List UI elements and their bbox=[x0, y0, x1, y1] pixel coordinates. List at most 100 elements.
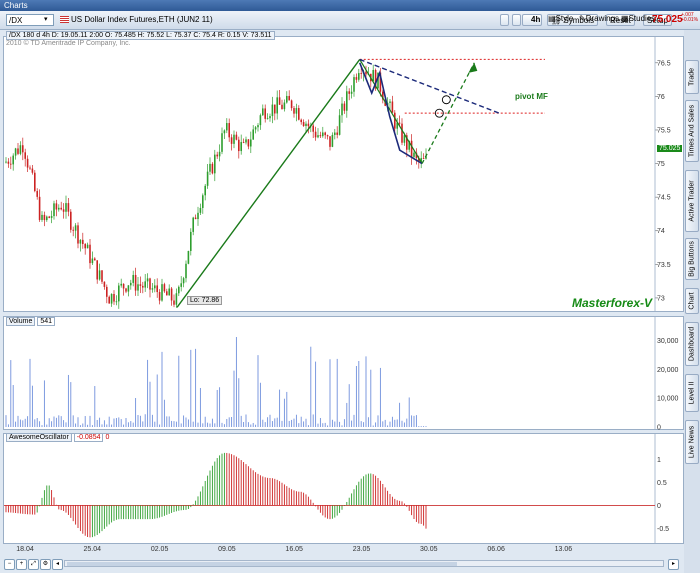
zoom-in-icon[interactable]: + bbox=[16, 559, 27, 570]
low-label: Lo: 72.86 bbox=[187, 296, 223, 305]
candle-body bbox=[187, 250, 190, 264]
chart-svg[interactable]: 76.5 76 75.5 75 74.5 74 73.5 73 30,000 20,000 10,0… bbox=[0, 0, 700, 573]
candle-body bbox=[94, 258, 96, 261]
volume-tick-label: 20,000 bbox=[657, 367, 679, 374]
candle-body bbox=[175, 293, 178, 305]
ao-value: -0.0854 bbox=[73, 433, 104, 442]
candle-body bbox=[238, 139, 240, 152]
candle-body bbox=[350, 91, 353, 94]
candle-body bbox=[252, 129, 254, 140]
candle-body bbox=[77, 225, 79, 244]
pan-left-icon[interactable]: ◂ bbox=[52, 559, 63, 570]
candle-body bbox=[156, 285, 158, 293]
down-trend-line bbox=[359, 59, 423, 164]
side-tab[interactable]: Level II bbox=[685, 374, 699, 412]
candle-body bbox=[245, 139, 247, 143]
side-tabs: Trade Times And Sales Active Trader Big But… bbox=[684, 30, 700, 573]
candle-body bbox=[226, 123, 228, 131]
candle-body bbox=[12, 155, 14, 165]
candle-body bbox=[221, 133, 223, 152]
candle-body bbox=[10, 163, 12, 165]
candle-body bbox=[312, 125, 314, 132]
price-tick-label: 76 bbox=[657, 94, 665, 101]
current-price-tag: 75.025 bbox=[657, 145, 683, 152]
chart-scrollbar[interactable] bbox=[64, 560, 664, 567]
candle-body bbox=[108, 296, 110, 304]
zoom-out-icon[interactable]: − bbox=[4, 559, 15, 570]
candle-body bbox=[134, 274, 137, 291]
candle-body bbox=[19, 145, 22, 154]
price-header-text: /DX 180 d 4h D: 19.05.11 2:00 O: 75.485 … bbox=[6, 31, 275, 40]
candle-body bbox=[158, 292, 161, 301]
bottom-bar: − + ⤢ ⚙ ◂ ▸ bbox=[0, 555, 684, 573]
candle-body bbox=[360, 73, 362, 74]
candle-body bbox=[125, 288, 127, 292]
volume-tick-label: 30,000 bbox=[657, 338, 679, 345]
side-tab[interactable]: Live News bbox=[685, 420, 699, 464]
candle-body bbox=[26, 158, 29, 168]
price-tick-label: 74.5 bbox=[657, 195, 671, 202]
candle-body bbox=[173, 300, 175, 305]
pan-right-icon[interactable]: ▸ bbox=[668, 559, 679, 570]
candle-body bbox=[211, 163, 214, 174]
projection-arrow-head bbox=[468, 62, 478, 73]
candle-body bbox=[389, 101, 391, 103]
candle-body bbox=[209, 163, 211, 172]
side-tab-label: Big Buttons bbox=[688, 241, 696, 277]
scroll-thumb[interactable] bbox=[67, 562, 457, 566]
volume-tick-label: 10,000 bbox=[657, 396, 679, 403]
candle-body bbox=[67, 203, 70, 212]
candle-body bbox=[146, 278, 149, 282]
candle-body bbox=[197, 212, 199, 220]
candle-body bbox=[355, 77, 358, 80]
settings-icon[interactable]: ⚙ bbox=[40, 559, 51, 570]
ao-tick-label: 0 bbox=[657, 503, 661, 510]
side-tab[interactable]: Dashboard bbox=[685, 322, 699, 366]
candle-body bbox=[137, 284, 139, 291]
side-tab[interactable]: Times And Sales bbox=[685, 100, 699, 162]
candle-body bbox=[149, 278, 151, 290]
side-tab[interactable]: Chart bbox=[685, 288, 699, 314]
candle-body bbox=[58, 207, 60, 210]
candle-body bbox=[314, 131, 317, 138]
candle-body bbox=[228, 123, 230, 138]
candle-body bbox=[120, 283, 122, 286]
candle-body bbox=[343, 103, 346, 111]
candle-body bbox=[163, 284, 166, 292]
candle-body bbox=[204, 185, 206, 196]
candle-body bbox=[5, 161, 7, 163]
candle-body bbox=[144, 281, 146, 288]
candle-body bbox=[348, 91, 350, 94]
candle-body bbox=[161, 284, 163, 301]
candle-body bbox=[178, 286, 180, 294]
candle-body bbox=[98, 270, 101, 280]
side-tab[interactable]: Active Trader bbox=[685, 170, 699, 232]
candle-body bbox=[22, 145, 24, 153]
side-tab[interactable]: Big Buttons bbox=[685, 238, 699, 280]
candle-body bbox=[84, 244, 86, 249]
x-tick-label: 25.04 bbox=[84, 546, 102, 553]
copyright: 2010 © TD Ameritrade IP Company, Inc. bbox=[6, 40, 131, 47]
side-tab-label: Trade bbox=[688, 67, 696, 87]
candle-body bbox=[338, 115, 341, 135]
x-tick-label: 23.05 bbox=[353, 546, 371, 553]
candle-body bbox=[53, 203, 55, 217]
candle-body bbox=[216, 154, 218, 157]
candle-body bbox=[34, 172, 36, 192]
volume-tick-label: 0 bbox=[657, 425, 661, 432]
side-tab[interactable]: Trade bbox=[685, 60, 699, 94]
candle-body bbox=[127, 285, 130, 292]
price-header: /DX 180 d 4h D: 19.05.11 2:00 O: 75.485 … bbox=[6, 30, 275, 40]
x-tick-label: 30.05 bbox=[420, 546, 438, 553]
fit-icon[interactable]: ⤢ bbox=[28, 559, 39, 570]
candle-body bbox=[240, 142, 242, 152]
candle-body bbox=[372, 69, 374, 82]
candle-body bbox=[202, 195, 204, 208]
candle-body bbox=[110, 293, 113, 304]
price-tick-label: 73 bbox=[657, 295, 665, 302]
candle-body bbox=[70, 211, 72, 230]
candle-body bbox=[326, 135, 329, 137]
candle-body bbox=[295, 108, 298, 114]
candle-body bbox=[62, 209, 65, 212]
candle-body bbox=[86, 244, 89, 249]
